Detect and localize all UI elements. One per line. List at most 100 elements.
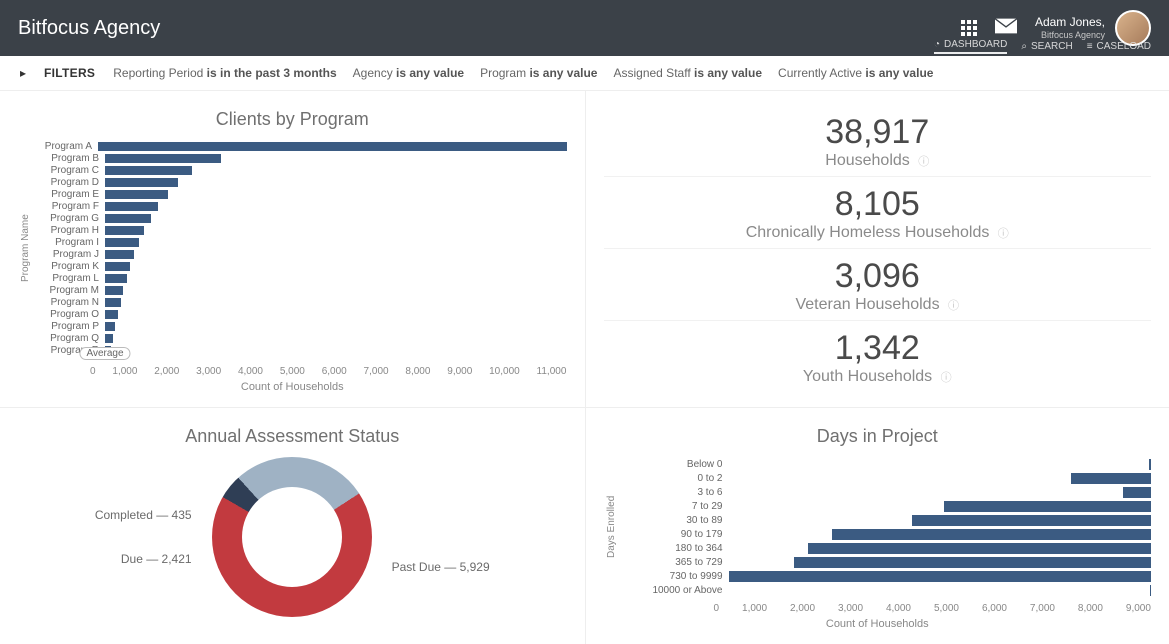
panel-title: Days in Project bbox=[604, 426, 1152, 447]
nav-caseload[interactable]: ≡ CASELOAD bbox=[1087, 41, 1151, 52]
bar-row: Program M bbox=[33, 284, 567, 296]
y-axis-label: Program Name bbox=[18, 140, 33, 356]
bar-row: Program C bbox=[33, 164, 567, 176]
category-label: 10000 or Above bbox=[619, 585, 729, 596]
bar bbox=[1123, 487, 1151, 498]
bar-row: Program N bbox=[33, 296, 567, 308]
info-icon[interactable]: ⓘ bbox=[998, 228, 1009, 240]
panel-kpis: 38,917Households ⓘ8,105Chronically Homel… bbox=[585, 91, 1169, 407]
bar bbox=[105, 202, 158, 211]
filter-chip[interactable]: Agency is any value bbox=[353, 66, 464, 80]
filters-caret-icon[interactable]: ▸ bbox=[20, 66, 26, 80]
bar-row: Below 0 bbox=[619, 457, 1152, 471]
bar bbox=[105, 286, 123, 295]
bar-row: Program D bbox=[33, 176, 567, 188]
panel-title: Clients by Program bbox=[18, 109, 567, 130]
average-badge: Average bbox=[79, 347, 130, 360]
category-label: Below 0 bbox=[619, 459, 729, 470]
kpi: 38,917Households ⓘ bbox=[604, 105, 1152, 176]
bar-row: 0 to 2 bbox=[619, 471, 1152, 485]
days-in-project-chart: Below 0 0 to 23 to 6 7 to 2930 to 8990 to … bbox=[619, 457, 1152, 597]
bar-row: 730 to 9999 bbox=[619, 569, 1152, 583]
category-label: Program L bbox=[33, 273, 105, 284]
filter-chip[interactable]: Currently Active is any value bbox=[778, 66, 933, 80]
bar bbox=[105, 154, 221, 163]
bar bbox=[105, 322, 115, 331]
bar-row: Program K bbox=[33, 260, 567, 272]
bar-row: Program G bbox=[33, 212, 567, 224]
bar bbox=[105, 226, 144, 235]
bar-row: 90 to 179 bbox=[619, 527, 1152, 541]
info-icon[interactable]: ⓘ bbox=[918, 156, 929, 168]
category-label: Program P bbox=[33, 321, 105, 332]
bar-row: 3 to 6 bbox=[619, 485, 1152, 499]
bar bbox=[105, 250, 134, 259]
category-label: Program B bbox=[33, 153, 105, 164]
category-label: Program F bbox=[33, 201, 105, 212]
bar bbox=[105, 274, 127, 283]
x-axis-ticks: 01,0002,0003,0004,0005,0006,0007,0008,00… bbox=[90, 366, 567, 377]
category-label: Program H bbox=[33, 225, 105, 236]
user-name: Adam Jones, bbox=[1035, 15, 1105, 29]
category-label: Program M bbox=[33, 285, 105, 296]
bar-row: Program B bbox=[33, 152, 567, 164]
category-label: 0 to 2 bbox=[619, 473, 729, 484]
bar-row: 30 to 89 bbox=[619, 513, 1152, 527]
gauge-icon: ◔ bbox=[934, 39, 940, 50]
category-label: Program O bbox=[33, 309, 105, 320]
kpi-value: 8,105 bbox=[604, 185, 1152, 224]
filters-bar: ▸ FILTERS Reporting Period is in the pas… bbox=[0, 56, 1169, 91]
bar bbox=[729, 571, 1152, 582]
x-axis-ticks: 9,0008,0007,0006,0005,0004,0003,0002,000… bbox=[714, 603, 1152, 614]
bar bbox=[832, 529, 1151, 540]
kpi-value: 3,096 bbox=[604, 257, 1152, 296]
filters-label[interactable]: FILTERS bbox=[44, 66, 95, 80]
y-axis-label: Days Enrolled bbox=[604, 457, 619, 597]
category-label: 180 to 364 bbox=[619, 543, 729, 554]
bar bbox=[912, 515, 1151, 526]
bar bbox=[105, 178, 178, 187]
filter-chip[interactable]: Reporting Period is in the past 3 months bbox=[113, 66, 336, 80]
bar-row: Program J bbox=[33, 248, 567, 260]
category-label: Program I bbox=[33, 237, 105, 248]
category-label: 730 to 9999 bbox=[619, 571, 729, 582]
apps-icon[interactable] bbox=[961, 20, 977, 36]
category-label: Program D bbox=[33, 177, 105, 188]
bar-row: Program P bbox=[33, 320, 567, 332]
category-label: Program J bbox=[33, 249, 105, 260]
category-label: Program K bbox=[33, 261, 105, 272]
bar bbox=[1150, 585, 1151, 596]
kpi-label: Veteran Households ⓘ bbox=[604, 296, 1152, 314]
bar bbox=[1071, 473, 1151, 484]
bar-row: Program H bbox=[33, 224, 567, 236]
filter-chip[interactable]: Program is any value bbox=[480, 66, 597, 80]
nav-dashboard[interactable]: ◔ DASHBOARD bbox=[934, 39, 1007, 54]
bar bbox=[105, 214, 151, 223]
bar-row: Program A bbox=[33, 140, 567, 152]
x-axis-label: Count of Households bbox=[18, 381, 567, 393]
bar bbox=[105, 310, 118, 319]
info-icon[interactable]: ⓘ bbox=[941, 372, 952, 384]
kpi: 1,342Youth Households ⓘ bbox=[604, 320, 1152, 392]
legend-due: Due — 2,421 bbox=[95, 552, 192, 566]
category-label: Program G bbox=[33, 213, 105, 224]
category-label: Program C bbox=[33, 165, 105, 176]
filter-chip[interactable]: Assigned Staff is any value bbox=[613, 66, 762, 80]
bar bbox=[944, 501, 1151, 512]
kpi: 8,105Chronically Homeless Households ⓘ bbox=[604, 176, 1152, 248]
kpi-label: Chronically Homeless Households ⓘ bbox=[604, 224, 1152, 242]
bar-row: Program Q bbox=[33, 332, 567, 344]
bar-row: Program F bbox=[33, 200, 567, 212]
nav-search[interactable]: ⌕ SEARCH bbox=[1021, 41, 1072, 52]
bar-row: 180 to 364 bbox=[619, 541, 1152, 555]
subnav: ◔ DASHBOARD ⌕ SEARCH ≡ CASELOAD bbox=[0, 36, 1169, 56]
kpi: 3,096Veteran Households ⓘ bbox=[604, 248, 1152, 320]
bar-row: Program I bbox=[33, 236, 567, 248]
search-icon: ⌕ bbox=[1021, 41, 1027, 52]
info-icon[interactable]: ⓘ bbox=[948, 300, 959, 312]
kpi-value: 38,917 bbox=[604, 113, 1152, 152]
bar bbox=[1149, 459, 1151, 470]
category-label: Program A bbox=[33, 141, 98, 152]
category-label: 7 to 29 bbox=[619, 501, 729, 512]
panel-clients-by-program: Clients by Program Program Name Program … bbox=[0, 91, 585, 407]
